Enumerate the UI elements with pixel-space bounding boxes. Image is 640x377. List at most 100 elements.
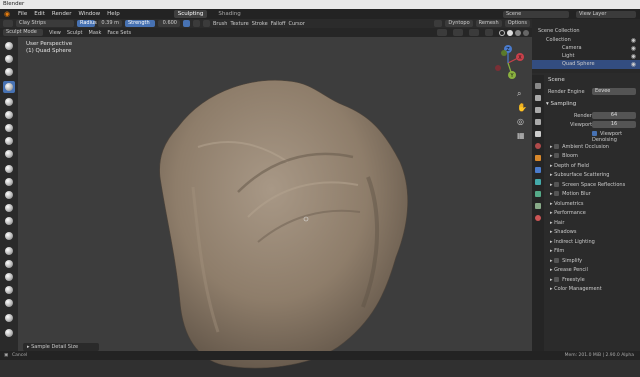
tool-clay-thumb[interactable]: [3, 96, 15, 108]
tool-mask[interactable]: [3, 312, 15, 324]
tool-inflate[interactable]: [3, 122, 15, 134]
xray-toggle-icon[interactable]: [485, 29, 493, 36]
direction-add-icon[interactable]: [193, 20, 200, 27]
scene-tab-icon[interactable]: [535, 131, 541, 137]
menu-sculpt[interactable]: Sculpt: [67, 30, 83, 36]
outliner-row-quad-sphere[interactable]: Quad Sphere ◉: [532, 60, 640, 69]
object-tab-icon[interactable]: [535, 155, 541, 161]
physics-tab-icon[interactable]: [535, 191, 541, 197]
section-color-management[interactable]: ▸ Color Management: [550, 285, 640, 293]
render-samples-field[interactable]: 64: [592, 112, 636, 119]
view-layer-selector[interactable]: View Layer: [576, 10, 636, 18]
checkbox-icon[interactable]: [554, 191, 560, 196]
tool-scrape[interactable]: [3, 202, 15, 214]
particles-tab-icon[interactable]: [535, 179, 541, 185]
tab-shading[interactable]: Shading: [214, 10, 244, 18]
camera-view-icon[interactable]: ◎: [517, 117, 524, 126]
strength-field[interactable]: 0.600: [158, 20, 180, 27]
menu-falloff[interactable]: Falloff: [271, 21, 286, 27]
checkbox-icon[interactable]: [554, 153, 560, 158]
menu-texture[interactable]: Texture: [230, 21, 248, 27]
tool-multiplane-scrape[interactable]: [3, 215, 15, 227]
menu-file[interactable]: File: [18, 11, 27, 17]
checkbox-icon[interactable]: [554, 258, 560, 263]
section-simplify[interactable]: ▸ Simplify: [550, 257, 640, 265]
tool-box-mask[interactable]: [3, 327, 15, 339]
eye-icon[interactable]: ◉: [631, 60, 636, 69]
outliner-row-scene-collection[interactable]: Scene Collection: [532, 27, 640, 36]
tool-flatten[interactable]: [3, 176, 15, 188]
radius-field[interactable]: 0.39 m: [98, 20, 122, 27]
tool-elastic-deform[interactable]: [3, 258, 15, 270]
shading-material-icon[interactable]: [515, 29, 521, 36]
checkbox-icon[interactable]: [554, 277, 560, 282]
pressure-icon[interactable]: [183, 20, 190, 27]
tool-blob[interactable]: [3, 135, 15, 147]
menu-render[interactable]: Render: [52, 11, 72, 17]
zoom-icon[interactable]: ⌕: [517, 89, 521, 99]
gizmo-toggle-icon[interactable]: [453, 29, 463, 36]
material-tab-icon[interactable]: [535, 215, 541, 221]
tool-layer[interactable]: [3, 109, 15, 121]
section-film[interactable]: ▸ Film: [550, 247, 640, 255]
mode-selector[interactable]: Sculpt Mode: [3, 29, 43, 36]
shading-rendered-icon[interactable]: [523, 29, 529, 36]
menu-face-sets[interactable]: Face Sets: [107, 30, 131, 36]
perspective-toggle-icon[interactable]: ▦: [517, 131, 525, 140]
brush-selector[interactable]: Clay Strips: [16, 20, 74, 27]
section-volumetrics[interactable]: ▸ Volumetrics: [550, 200, 640, 208]
tool-pose[interactable]: [3, 297, 15, 309]
menu-edit[interactable]: Edit: [34, 11, 45, 17]
modifier-tab-icon[interactable]: [535, 167, 541, 173]
brush-icon[interactable]: [3, 20, 13, 27]
menu-window[interactable]: Window: [78, 11, 100, 17]
sculpt-mesh[interactable]: [138, 67, 438, 377]
menu-mask[interactable]: Mask: [89, 30, 102, 36]
section-indirect-lighting[interactable]: ▸ Indirect Lighting: [550, 238, 640, 246]
tool-clay-strips[interactable]: [3, 81, 15, 93]
overlay-toggle-icon[interactable]: [469, 29, 479, 36]
checkbox-icon[interactable]: [554, 182, 560, 187]
shading-solid-icon[interactable]: [507, 29, 513, 36]
tool-fill[interactable]: [3, 189, 15, 201]
direction-sub-icon[interactable]: [203, 20, 210, 27]
tool-crease[interactable]: [3, 148, 15, 160]
menu-stroke[interactable]: Stroke: [252, 21, 268, 27]
world-tab-icon[interactable]: [535, 143, 541, 149]
sampling-section[interactable]: ▾ Sampling: [546, 101, 576, 107]
viewport-denoising-checkbox[interactable]: Viewport Denoising: [592, 131, 640, 143]
view-object-types-icon[interactable]: [437, 29, 447, 36]
checkbox-icon[interactable]: [554, 144, 560, 149]
tab-sculpting[interactable]: Sculpting: [173, 10, 208, 18]
options-menu[interactable]: Options: [504, 20, 530, 27]
object-data-tab-icon[interactable]: [535, 203, 541, 209]
render-engine-dropdown[interactable]: Eevee: [592, 88, 636, 95]
menu-cursor[interactable]: Cursor: [288, 21, 304, 27]
menu-help[interactable]: Help: [107, 11, 120, 17]
section-shadows[interactable]: ▸ Shadows: [550, 228, 640, 236]
blender-logo-icon[interactable]: ◉: [3, 10, 11, 18]
menu-brush[interactable]: Brush: [213, 21, 227, 27]
shading-wireframe-icon[interactable]: [499, 29, 505, 36]
view-layer-tab-icon[interactable]: [535, 119, 541, 125]
sample-detail-panel[interactable]: ▸ Sample Detail Size: [23, 343, 99, 351]
tool-pinch[interactable]: [3, 230, 15, 242]
output-tab-icon[interactable]: [535, 107, 541, 113]
section-freestyle[interactable]: ▸ Freestyle: [550, 276, 640, 284]
dyntopo-toggle[interactable]: Dyntopo: [445, 20, 473, 27]
tool-clay[interactable]: [3, 66, 15, 78]
section-ambient-occlusion[interactable]: ▸ Ambient Occlusion: [550, 143, 640, 151]
tool-draw[interactable]: [3, 40, 15, 52]
menu-view[interactable]: View: [49, 30, 61, 36]
3d-viewport[interactable]: User Perspective (1) Quad Sphere X Y Z ⌕…: [18, 37, 532, 369]
remesh-menu[interactable]: Remesh: [475, 20, 502, 27]
section-screen-space-reflections[interactable]: ▸ Screen Space Reflections: [550, 181, 640, 189]
section-hair[interactable]: ▸ Hair: [550, 219, 640, 227]
render-tab-icon[interactable]: [535, 95, 541, 101]
tool-snake-hook[interactable]: [3, 271, 15, 283]
tool-thumb[interactable]: [3, 284, 15, 296]
section-motion-blur[interactable]: ▸ Motion Blur: [550, 190, 640, 198]
symmetry-icon[interactable]: [434, 20, 443, 27]
section-performance[interactable]: ▸ Performance: [550, 209, 640, 217]
section-grease-pencil[interactable]: ▸ Grease Pencil: [550, 266, 640, 274]
